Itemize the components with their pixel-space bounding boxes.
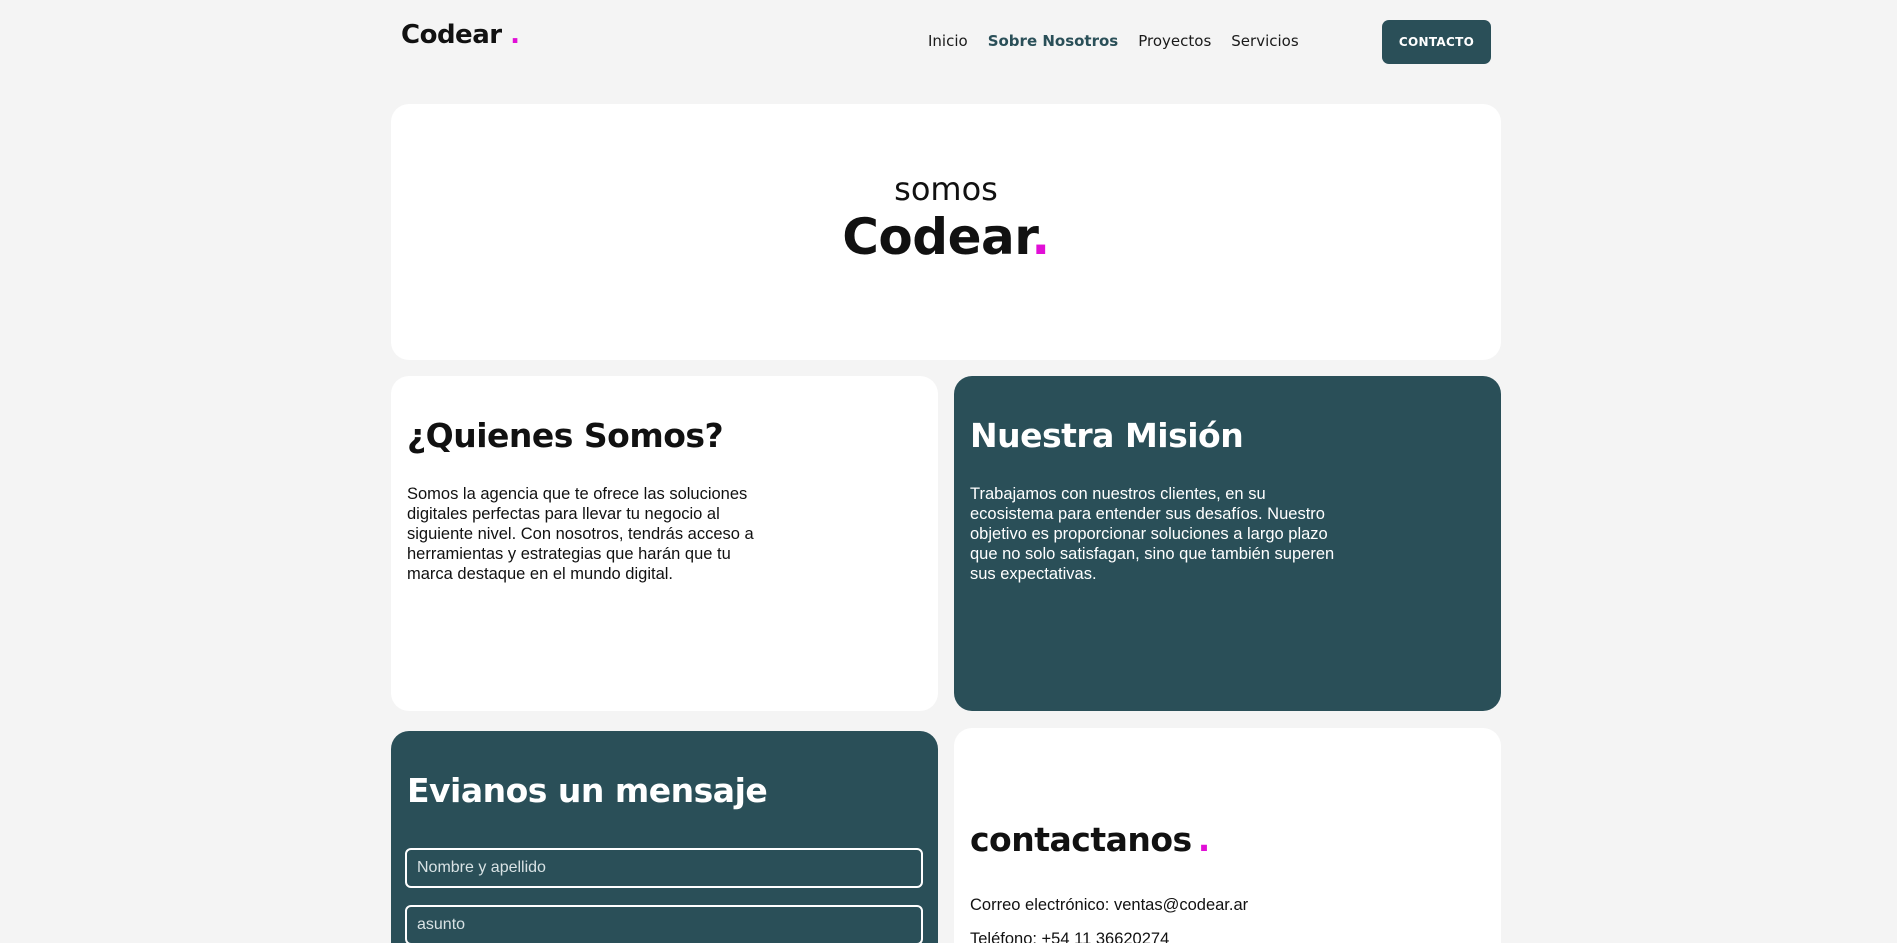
hero-title-text: Codear	[842, 208, 1032, 266]
hero-title: Codear.	[391, 208, 1501, 266]
contact-phone: Teléfono: +54 11 36620274	[970, 930, 1170, 943]
subject-input[interactable]	[405, 905, 923, 943]
logo-text: Codear	[401, 20, 502, 50]
contact-email: Correo electrónico: ventas@codear.ar	[970, 896, 1249, 914]
logo-dot: .	[510, 20, 520, 50]
contact-title-dot: .	[1197, 820, 1211, 859]
contact-button[interactable]: CONTACTO	[1382, 20, 1491, 64]
nav-sobre-nosotros[interactable]: Sobre Nosotros	[988, 32, 1119, 50]
nav-proyectos[interactable]: Proyectos	[1138, 32, 1211, 50]
quienes-somos-title: ¿Quienes Somos?	[407, 416, 724, 455]
quienes-somos-card: ¿Quienes Somos? Somos la agencia que te …	[391, 376, 938, 711]
contact-card: contactanos. Correo electrónico: ventas@…	[954, 728, 1501, 943]
nav-servicios[interactable]: Servicios	[1231, 32, 1298, 50]
hero-subtitle: somos	[894, 170, 998, 208]
logo[interactable]: Codear .	[401, 20, 520, 50]
quienes-somos-text: Somos la agencia que te ofrece las soluc…	[407, 485, 754, 583]
hero-title-dot: .	[1031, 208, 1050, 266]
site-header: Codear . Inicio Sobre Nosotros Proyectos…	[0, 0, 1897, 84]
message-form-title: Evianos un mensaje	[407, 771, 768, 810]
hero-card: somos Codear.	[391, 104, 1501, 360]
name-input[interactable]	[405, 848, 923, 888]
mision-card: Nuestra Misión Trabajamos con nuestros c…	[954, 376, 1501, 711]
message-form-card: Evianos un mensaje	[391, 731, 938, 943]
main-nav: Inicio Sobre Nosotros Proyectos Servicio…	[928, 32, 1299, 50]
page: Codear . Inicio Sobre Nosotros Proyectos…	[0, 0, 1897, 943]
mision-title: Nuestra Misión	[970, 416, 1244, 455]
nav-inicio[interactable]: Inicio	[928, 32, 968, 50]
contact-title-text: contactanos	[970, 820, 1192, 859]
mision-text: Trabajamos con nuestros clientes, en su …	[970, 485, 1335, 583]
contact-title: contactanos.	[970, 820, 1210, 859]
